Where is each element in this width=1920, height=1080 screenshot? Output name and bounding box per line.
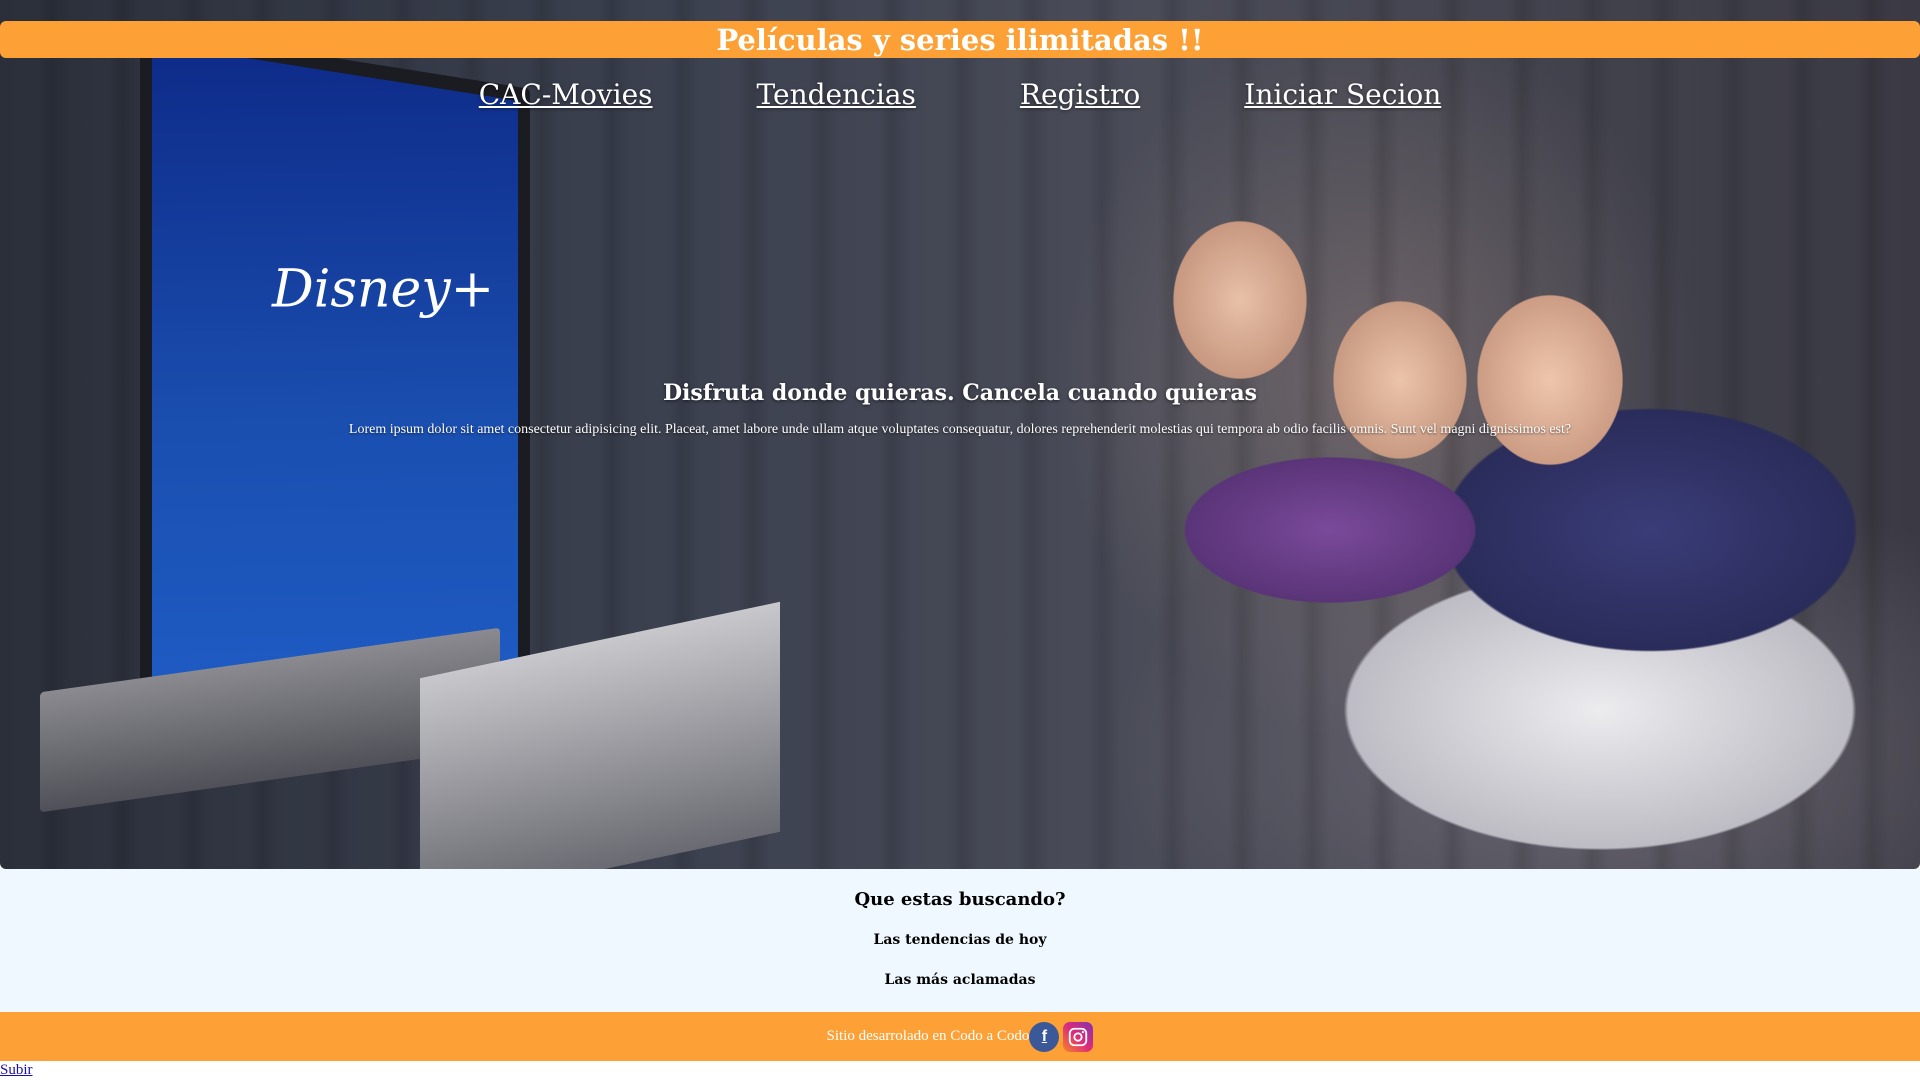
footer-text: Sitio desarrolado en Codo a Codo — [826, 1028, 1030, 1044]
disney-plus-logo: Disney+ — [272, 259, 495, 320]
option-most-acclaimed[interactable]: Las más aclamadas — [0, 972, 1920, 988]
instagram-icon[interactable] — [1063, 1021, 1094, 1052]
facebook-icon[interactable]: f — [1029, 1021, 1060, 1052]
search-title: Que estas buscando? — [854, 889, 1066, 910]
hero-body: Lorem ipsum dolor sit amet consectetur a… — [348, 422, 1572, 437]
nav-link-tendencias[interactable]: Tendencias — [757, 78, 916, 111]
main-nav: CAC-Movies Tendencias Registro Iniciar S… — [0, 78, 1920, 111]
nav-link-registro[interactable]: Registro — [1020, 78, 1140, 111]
nav-link-iniciar-sesion[interactable]: Iniciar Secion — [1244, 78, 1441, 111]
nav-link-cac-movies[interactable]: CAC-Movies — [479, 78, 653, 111]
hero-headline: Disfruta donde quieras. Cancela cuando q… — [662, 380, 1258, 406]
footer: Sitio desarrolado en Codo a Codo f — [0, 1012, 1920, 1061]
search-section: Que estas buscando? Las tendencias de ho… — [0, 869, 1920, 1012]
social-links: f — [1029, 1021, 1094, 1052]
option-trending-today[interactable]: Las tendencias de hoy — [0, 932, 1920, 948]
hero-text: Disfruta donde quieras. Cancela cuando q… — [0, 380, 1920, 438]
back-to-top-link[interactable]: Subir — [0, 1062, 33, 1079]
top-banner: Películas y series ilimitadas !! — [0, 21, 1920, 58]
banner-title: Películas y series ilimitadas !! — [716, 22, 1204, 57]
kids-watching-image — [1130, 150, 1920, 869]
